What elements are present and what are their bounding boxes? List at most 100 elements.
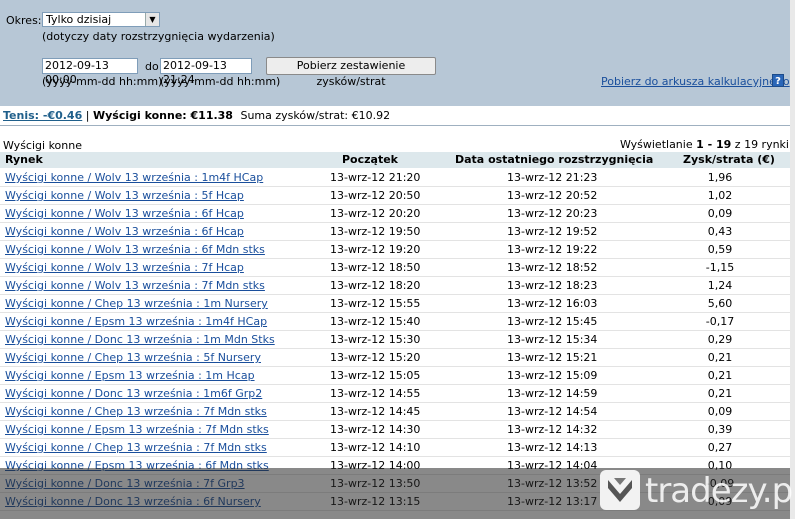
- start-cell: 13-wrz-12 15:40: [330, 315, 421, 328]
- column-start[interactable]: Początek: [342, 153, 398, 166]
- section-title: Wyścigi konne: [3, 139, 82, 152]
- settled-cell: 13-wrz-12 15:34: [507, 333, 598, 346]
- settled-cell: 13-wrz-12 16:03: [507, 297, 598, 310]
- pl-cell: 0,59: [707, 243, 733, 256]
- tradezy-logo-icon: [600, 470, 640, 510]
- start-cell: 13-wrz-12 14:45: [330, 405, 421, 418]
- markets-table: Wyścigi konne / Wolv 13 września : 1m4f …: [0, 169, 790, 511]
- period-note: (dotyczy daty rozstrzygnięcia wydarzenia…: [42, 30, 275, 43]
- table-row: Wyścigi konne / Chep 13 września : 7f Md…: [0, 403, 790, 421]
- filter-panel: Okres: Tylko dzisiaj ▼ (dotyczy daty roz…: [0, 0, 790, 106]
- table-row: Wyścigi konne / Wolv 13 września : 5f Hc…: [0, 187, 790, 205]
- table-row: Wyścigi konne / Epsm 13 września : 7f Md…: [0, 421, 790, 439]
- pager-prefix: Wyświetlanie: [619, 138, 697, 151]
- market-link[interactable]: Wyścigi konne / Wolv 13 września : 5f Hc…: [5, 189, 244, 202]
- settled-cell: 13-wrz-12 19:52: [507, 225, 598, 238]
- pl-cell: 1,96: [707, 171, 733, 184]
- settled-cell: 13-wrz-12 14:59: [507, 387, 598, 400]
- settled-cell: 13-wrz-12 21:23: [507, 171, 598, 184]
- table-row: Wyścigi konne / Chep 13 września : 5f Nu…: [0, 349, 790, 367]
- market-link[interactable]: Wyścigi konne / Wolv 13 września : 7f Md…: [5, 279, 265, 292]
- start-cell: 13-wrz-12 15:55: [330, 297, 421, 310]
- period-select[interactable]: Tylko dzisiaj ▼: [42, 12, 160, 27]
- chevron-down-icon[interactable]: ▼: [145, 13, 159, 26]
- pl-cell: 0,09: [707, 405, 733, 418]
- market-link[interactable]: Wyścigi konne / Epsm 13 września : 7f Md…: [5, 423, 269, 436]
- total-summary: Suma zysków/strat: €10.92: [240, 109, 391, 122]
- pl-cell: 0,29: [707, 333, 733, 346]
- start-cell: 13-wrz-12 18:20: [330, 279, 421, 292]
- date-to-input[interactable]: 2012-09-13 21:24: [160, 58, 252, 86]
- table-row: Wyścigi konne / Epsm 13 września : 1m Hc…: [0, 367, 790, 385]
- table-row: Wyścigi konne / Wolv 13 września : 6f Md…: [0, 241, 790, 259]
- pl-cell: 1,24: [707, 279, 733, 292]
- settled-cell: 13-wrz-12 19:22: [507, 243, 598, 256]
- start-cell: 13-wrz-12 20:50: [330, 189, 421, 202]
- market-link[interactable]: Wyścigi konne / Wolv 13 września : 6f Hc…: [5, 207, 244, 220]
- table-row: Wyścigi konne / Chep 13 września : 7f Md…: [0, 439, 790, 457]
- date-from-format: (yyyy-mm-dd hh:mm): [42, 75, 163, 88]
- market-link[interactable]: Wyścigi konne / Chep 13 września : 7f Md…: [5, 405, 267, 418]
- date-from-input[interactable]: 2012-09-13 00:00: [42, 58, 138, 86]
- settled-cell: 13-wrz-12 18:52: [507, 261, 598, 274]
- settled-cell: 13-wrz-12 15:45: [507, 315, 598, 328]
- settled-cell: 13-wrz-12 20:52: [507, 189, 598, 202]
- market-link[interactable]: Wyścigi konne / Wolv 13 września : 6f Md…: [5, 243, 265, 256]
- start-cell: 13-wrz-12 15:05: [330, 369, 421, 382]
- summary-bar: Tenis: -€0.46 | Wyścigi konne: €11.38 Su…: [3, 109, 390, 122]
- pager-info: Wyświetlanie 1 - 19 z 19 rynki: [620, 138, 789, 151]
- start-cell: 13-wrz-12 14:10: [330, 441, 421, 454]
- settled-cell: 13-wrz-12 20:23: [507, 207, 598, 220]
- table-row: Wyścigi konne / Donc 13 września : 1m Md…: [0, 331, 790, 349]
- table-row: Wyścigi konne / Chep 13 września : 1m Nu…: [0, 295, 790, 313]
- market-link[interactable]: Wyścigi konne / Donc 13 września : 1m6f …: [5, 387, 262, 400]
- table-row: Wyścigi konne / Donc 13 września : 1m6f …: [0, 385, 790, 403]
- settled-cell: 13-wrz-12 14:32: [507, 423, 598, 436]
- settled-cell: 13-wrz-12 14:13: [507, 441, 598, 454]
- market-link[interactable]: Wyścigi konne / Donc 13 września : 1m Md…: [5, 333, 275, 346]
- pl-cell: 0,21: [707, 387, 733, 400]
- market-link[interactable]: Wyścigi konne / Chep 13 września : 5f Nu…: [5, 351, 261, 364]
- settled-cell: 13-wrz-12 15:21: [507, 351, 598, 364]
- tenis-summary-link[interactable]: Tenis: -€0.46: [3, 109, 82, 122]
- market-link[interactable]: Wyścigi konne / Wolv 13 września : 6f Hc…: [5, 225, 244, 238]
- export-spreadsheet-link[interactable]: Pobierz do arkusza kalkulacyjnego: [601, 75, 790, 88]
- pl-cell: 0,27: [707, 441, 733, 454]
- start-cell: 13-wrz-12 14:30: [330, 423, 421, 436]
- pl-cell: 0,21: [707, 351, 733, 364]
- watermark-text: tradezy.pl: [645, 471, 795, 511]
- period-label: Okres:: [6, 14, 42, 27]
- market-link[interactable]: Wyścigi konne / Epsm 13 września : 1m Hc…: [5, 369, 255, 382]
- pl-cell: 0,09: [707, 207, 733, 220]
- market-link[interactable]: Wyścigi konne / Wolv 13 września : 7f Hc…: [5, 261, 244, 274]
- table-row: Wyścigi konne / Wolv 13 września : 7f Md…: [0, 277, 790, 295]
- table-row: Wyścigi konne / Epsm 13 września : 1m4f …: [0, 313, 790, 331]
- table-row: Wyścigi konne / Wolv 13 września : 7f Hc…: [0, 259, 790, 277]
- column-pl[interactable]: Zysk/strata (€): [683, 153, 775, 166]
- start-cell: 13-wrz-12 19:20: [330, 243, 421, 256]
- pl-cell: 5,60: [707, 297, 733, 310]
- column-market[interactable]: Rynek: [5, 153, 43, 166]
- column-settled[interactable]: Data ostatniego rozstrzygnięcia: [455, 153, 653, 166]
- start-cell: 13-wrz-12 20:20: [330, 207, 421, 220]
- market-link[interactable]: Wyścigi konne / Chep 13 września : 1m Nu…: [5, 297, 268, 310]
- help-icon[interactable]: ?: [772, 74, 784, 87]
- scrollbar[interactable]: [790, 0, 795, 519]
- market-link[interactable]: Wyścigi konne / Chep 13 września : 7f Md…: [5, 441, 267, 454]
- start-cell: 13-wrz-12 19:50: [330, 225, 421, 238]
- period-select-value: Tylko dzisiaj: [46, 13, 112, 26]
- market-link[interactable]: Wyścigi konne / Epsm 13 września : 1m4f …: [5, 315, 267, 328]
- pl-cell: 0,43: [707, 225, 733, 238]
- market-link[interactable]: Wyścigi konne / Wolv 13 września : 1m4f …: [5, 171, 263, 184]
- konne-summary: Wyścigi konne: €11.38: [92, 109, 233, 122]
- start-cell: 13-wrz-12 21:20: [330, 171, 421, 184]
- fetch-report-button[interactable]: Pobierz zestawienie zysków/strat: [266, 57, 436, 88]
- table-row: Wyścigi konne / Wolv 13 września : 1m4f …: [0, 169, 790, 187]
- divider: [0, 125, 790, 126]
- start-cell: 13-wrz-12 14:55: [330, 387, 421, 400]
- pl-cell: 0,39: [707, 423, 733, 436]
- settled-cell: 13-wrz-12 15:09: [507, 369, 598, 382]
- start-cell: 13-wrz-12 15:30: [330, 333, 421, 346]
- table-header: Rynek Początek Data ostatniego rozstrzyg…: [0, 152, 790, 168]
- date-to-label: do: [145, 60, 159, 73]
